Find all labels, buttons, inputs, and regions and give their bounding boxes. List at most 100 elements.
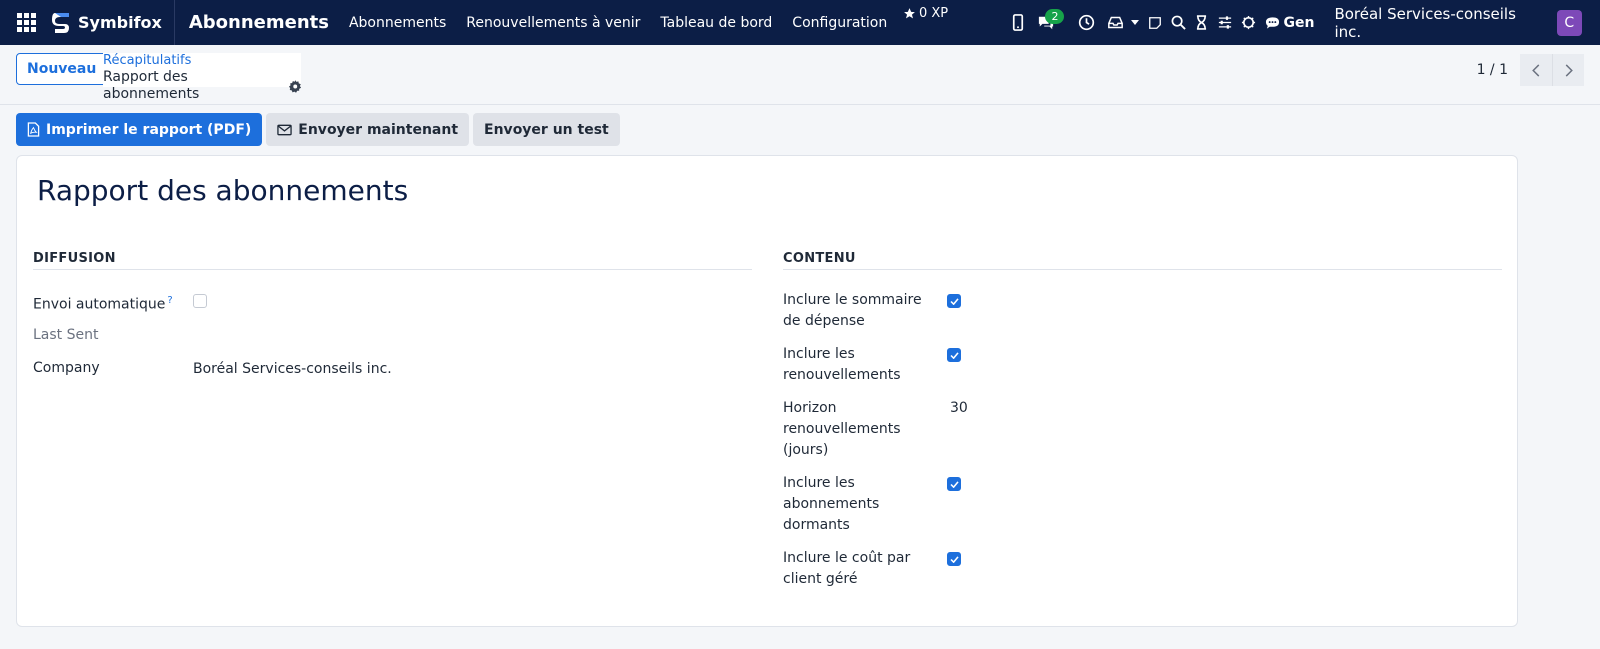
checkmark-icon: [949, 480, 959, 488]
notes-button[interactable]: [1143, 0, 1166, 45]
xp-indicator[interactable]: 0 XP: [903, 6, 948, 21]
expense-summary-checkbox[interactable]: [947, 294, 961, 308]
auto-send-checkbox[interactable]: [193, 294, 207, 308]
chevron-left-icon: [1532, 63, 1540, 77]
expense-summary-label-line1: Inclure le sommaire: [783, 292, 922, 308]
search-button[interactable]: [1167, 0, 1190, 45]
group-diffusion-heading: DIFFUSION: [33, 251, 752, 270]
print-report-label: Imprimer le rapport (PDF): [46, 121, 252, 138]
renewal-horizon-input[interactable]: 30: [950, 398, 968, 461]
send-now-label: Envoyer maintenant: [298, 121, 459, 138]
activities-button[interactable]: [1075, 0, 1098, 45]
company-switcher[interactable]: Boréal Services-conseils inc.: [1334, 5, 1542, 41]
field-cost-per-client: Inclure le coût par client géré: [783, 548, 961, 590]
bug-icon: [1242, 15, 1256, 30]
envelope-icon: [277, 124, 292, 135]
renewals-checkbox-wrap: [947, 344, 961, 386]
sticky-note-icon: [1149, 16, 1161, 29]
breadcrumb-current: Rapport des abonnements: [103, 69, 301, 103]
messages-button[interactable]: 2: [1029, 0, 1065, 45]
checkmark-icon: [949, 351, 959, 359]
renewal-horizon-label-line2: renouvellements: [783, 421, 901, 437]
pager: 1 / 1: [1477, 54, 1584, 86]
company-value[interactable]: Boréal Services-conseils inc.: [193, 358, 392, 379]
symbifox-logo-icon: [52, 12, 69, 33]
checkmark-icon: [949, 297, 959, 305]
field-last-sent: Last Sent: [33, 325, 98, 346]
group-contenu-heading: CONTENU: [783, 251, 1502, 270]
send-test-label: Envoyer un test: [484, 121, 609, 138]
menu-item-renouvellements[interactable]: Renouvellements à venir: [456, 0, 650, 45]
expense-summary-label-line2: de dépense: [783, 313, 865, 329]
pager-next-button[interactable]: [1552, 54, 1584, 86]
dormant-checkbox[interactable]: [947, 477, 961, 491]
gen-assistant-button[interactable]: Gen: [1265, 14, 1315, 31]
sliders-icon: [1219, 16, 1232, 29]
dormant-label: Inclure les abonnements dormants: [783, 473, 947, 536]
inbox-icon: [1108, 16, 1124, 29]
gear-icon[interactable]: [288, 79, 302, 93]
timer-button[interactable]: [1190, 0, 1213, 45]
mobile-phone-icon: [1012, 14, 1023, 31]
dormant-checkbox-wrap: [947, 473, 961, 536]
pager-previous-button[interactable]: [1520, 54, 1552, 86]
settings-sliders-button[interactable]: [1214, 0, 1237, 45]
renewals-checkbox[interactable]: [947, 348, 961, 362]
field-renewal-horizon: Horizon renouvellements (jours) 30: [783, 398, 968, 461]
field-company: Company Boréal Services-conseils inc.: [33, 358, 752, 379]
send-now-button[interactable]: Envoyer maintenant: [266, 113, 470, 146]
field-auto-send: Envoi automatique?: [33, 290, 752, 316]
cost-per-client-label-line1: Inclure le coût par: [783, 550, 911, 566]
renewal-horizon-label: Horizon renouvellements (jours): [783, 398, 950, 461]
last-sent-label: Last Sent: [33, 327, 99, 343]
menu-item-abonnements[interactable]: Abonnements: [339, 0, 456, 45]
star-icon: [904, 8, 915, 19]
pager-value[interactable]: 1 / 1: [1477, 62, 1508, 78]
expense-summary-checkbox-wrap: [947, 290, 961, 332]
cost-per-client-checkbox[interactable]: [947, 552, 961, 566]
inbox-dropdown-toggle[interactable]: [1128, 0, 1144, 45]
renewals-label: Inclure les renouvellements: [783, 344, 947, 386]
dormant-label-line1: Inclure les: [783, 475, 855, 491]
auto-send-checkbox-wrap: [193, 290, 207, 316]
dormant-label-line2: abonnements: [783, 496, 880, 512]
menu-item-configuration[interactable]: Configuration: [782, 0, 897, 45]
apps-grid-icon: [16, 13, 36, 32]
inbox-button[interactable]: [1104, 0, 1127, 45]
auto-send-help-icon[interactable]: ?: [167, 295, 172, 306]
cost-per-client-label: Inclure le coût par client géré: [783, 548, 947, 590]
main-menu: Abonnements Renouvellements à venir Tabl…: [339, 0, 897, 45]
form-actions: Imprimer le rapport (PDF) Envoyer mainte…: [16, 113, 620, 146]
caret-down-icon: [1131, 20, 1140, 25]
expense-summary-label: Inclure le sommaire de dépense: [783, 290, 947, 332]
gen-label: Gen: [1283, 14, 1315, 31]
send-test-button[interactable]: Envoyer un test: [473, 113, 620, 146]
control-panel: Nouveau Récapitulatifs Rapport des abonn…: [0, 45, 1600, 105]
debug-button[interactable]: [1237, 0, 1260, 45]
auto-send-label-wrap: Envoi automatique?: [33, 290, 193, 316]
breadcrumb: Récapitulatifs Rapport des abonnements: [103, 53, 301, 102]
search-icon: [1171, 15, 1186, 30]
company-label: Company: [33, 360, 100, 376]
breadcrumb-parent-link[interactable]: Récapitulatifs: [103, 53, 301, 68]
xp-value: 0 XP: [919, 6, 949, 21]
renewals-label-line1: Inclure les: [783, 346, 855, 362]
checkmark-icon: [949, 555, 959, 563]
chevron-right-icon: [1565, 63, 1573, 77]
user-avatar[interactable]: C: [1556, 9, 1582, 36]
messages-badge: 2: [1045, 9, 1065, 24]
record-title[interactable]: Rapport des abonnements: [37, 174, 408, 207]
app-title[interactable]: Abonnements: [189, 12, 329, 33]
form-sheet: Rapport des abonnements DIFFUSION Envoi …: [16, 155, 1518, 627]
breadcrumb-current-label: Rapport des abonnements: [103, 69, 200, 102]
apps-menu-button[interactable]: [0, 0, 52, 45]
group-contenu: CONTENU: [783, 251, 1502, 270]
brand-logo[interactable]: Symbifox: [52, 0, 175, 45]
new-button[interactable]: Nouveau: [16, 53, 108, 85]
clock-icon: [1078, 14, 1095, 31]
brand-name: Symbifox: [78, 13, 162, 32]
renewal-horizon-label-line1: Horizon: [783, 400, 837, 416]
print-report-button[interactable]: Imprimer le rapport (PDF): [16, 113, 263, 146]
mobile-button[interactable]: [1006, 0, 1029, 45]
menu-item-tableau-de-bord[interactable]: Tableau de bord: [650, 0, 782, 45]
